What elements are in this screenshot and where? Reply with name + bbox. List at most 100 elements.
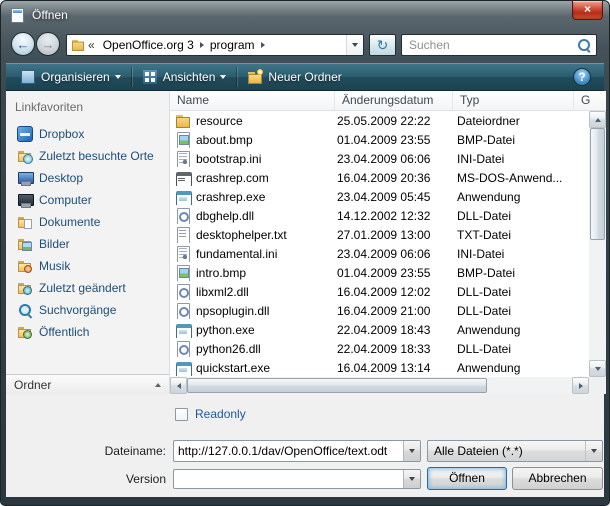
neuer-ordner-button[interactable]: Neuer Ordner xyxy=(239,65,349,89)
new-folder-icon xyxy=(247,69,263,85)
file-date: 01.04.2009 23:55 xyxy=(335,133,453,147)
file-row[interactable]: python26.dll22.04.2009 18:33DLL-Datei xyxy=(170,339,589,358)
filetype-select[interactable]: Alle Dateien (*.*) xyxy=(427,440,603,462)
file-row[interactable]: libxml2.dll16.04.2009 12:02DLL-Datei xyxy=(170,282,589,301)
version-select[interactable] xyxy=(173,469,421,489)
file-date: 16.04.2009 20:36 xyxy=(335,171,453,185)
folders-bar[interactable]: Ordner xyxy=(6,374,169,394)
breadcrumb-item-openoffice[interactable]: OpenOffice.org 3 xyxy=(98,38,199,52)
computer-icon xyxy=(17,192,33,208)
file-row[interactable]: dbghelp.dll14.12.2002 12:32DLL-Datei xyxy=(170,206,589,225)
column-header-type[interactable]: Typ xyxy=(453,91,574,110)
forward-button[interactable]: → xyxy=(36,32,60,56)
sidebar-item-label: Dropbox xyxy=(39,127,84,141)
readonly-label: Readonly xyxy=(195,407,246,421)
filetype-dropdown-button[interactable] xyxy=(585,441,602,461)
file-row[interactable]: fundamental.ini23.04.2009 06:06INI-Datei xyxy=(170,244,589,263)
column-header-name[interactable]: Name xyxy=(170,91,335,110)
breadcrumb[interactable]: « OpenOffice.org 3 program xyxy=(66,34,364,56)
folders-header: Ordner xyxy=(14,378,51,392)
horizontal-scrollbar[interactable] xyxy=(170,377,589,394)
file-row[interactable]: python.exe22.04.2009 18:43Anwendung xyxy=(170,320,589,339)
search-input[interactable] xyxy=(402,38,574,52)
file-name: python26.dll xyxy=(196,342,261,356)
file-date: 23.04.2009 06:06 xyxy=(335,152,453,166)
breadcrumb-item-program[interactable]: program xyxy=(205,38,260,52)
sidebar-item-dropbox[interactable]: Dropbox xyxy=(6,123,169,145)
file-row[interactable]: resource25.05.2009 22:22Dateiordner xyxy=(170,111,589,130)
sidebar-item-dokumente[interactable]: Dokumente xyxy=(6,211,169,233)
views-icon xyxy=(142,69,158,85)
file-type: Anwendung xyxy=(453,190,574,204)
chevron-right-icon xyxy=(261,42,265,48)
file-date: 16.04.2009 21:00 xyxy=(335,304,453,318)
sidebar-item-label: Desktop xyxy=(39,171,83,185)
window-title: Öffnen xyxy=(32,8,68,22)
ansichten-button[interactable]: Ansichten xyxy=(134,65,235,89)
sidebar-item-label: Musik xyxy=(39,259,70,273)
sidebar-item-label: Öffentlich xyxy=(39,325,89,339)
file-row[interactable]: intro.bmp01.04.2009 23:55BMP-Datei xyxy=(170,263,589,282)
version-dropdown-button[interactable] xyxy=(403,470,420,488)
filename-dropdown-button[interactable] xyxy=(403,441,420,461)
folder-icon xyxy=(175,113,191,129)
file-name: crashrep.com xyxy=(196,171,269,185)
file-row[interactable]: npsoplugin.dll16.04.2009 21:00DLL-Datei xyxy=(170,301,589,320)
sidebar-item-bilder[interactable]: Bilder xyxy=(6,233,169,255)
scroll-left-button[interactable] xyxy=(170,377,187,394)
back-button[interactable]: ← xyxy=(11,32,35,56)
scroll-up-button[interactable] xyxy=(589,111,606,128)
file-row[interactable]: crashrep.com16.04.2009 20:36MS-DOS-Anwen… xyxy=(170,168,589,187)
pictures-icon xyxy=(17,236,33,252)
titlebar[interactable]: Öffnen × xyxy=(1,1,609,29)
version-input[interactable] xyxy=(174,472,403,486)
scroll-down-button[interactable] xyxy=(589,360,606,377)
sidebar-item-oeffentlich[interactable]: Öffentlich xyxy=(6,321,169,343)
sidebar-item-desktop[interactable]: Desktop xyxy=(6,167,169,189)
sidebar-item-label: Dokumente xyxy=(39,215,100,229)
organisieren-label: Organisieren xyxy=(41,70,110,84)
search-icon[interactable] xyxy=(574,35,596,55)
file-name: libxml2.dll xyxy=(196,285,249,299)
breadcrumb-overflow-button[interactable]: « xyxy=(86,38,98,52)
sidebar-item-suchvorgaenge[interactable]: Suchvorgänge xyxy=(6,299,169,321)
vertical-scrollbar[interactable] xyxy=(589,111,606,377)
filename-input[interactable] xyxy=(174,444,403,458)
dialog-footer: Readonly Dateiname: Alle Dateien (*.*) V… xyxy=(6,394,604,497)
scroll-right-button[interactable] xyxy=(572,377,589,394)
filename-combobox[interactable] xyxy=(173,440,421,462)
toolbar-separator xyxy=(236,67,237,87)
help-button[interactable]: ? xyxy=(573,68,591,86)
file-row[interactable]: about.bmp01.04.2009 23:55BMP-Datei xyxy=(170,130,589,149)
dll-icon xyxy=(175,303,191,319)
search-box[interactable] xyxy=(401,34,597,56)
sidebar-item-computer[interactable]: Computer xyxy=(6,189,169,211)
organisieren-button[interactable]: Organisieren xyxy=(12,65,129,89)
refresh-button[interactable]: ↻ xyxy=(369,34,396,56)
file-type: TXT-Datei xyxy=(453,228,574,242)
ini-icon xyxy=(175,246,191,262)
sidebar-item-zuletzt-besuchte-orte[interactable]: Zuletzt besuchte Orte xyxy=(6,145,169,167)
horizontal-scroll-thumb[interactable] xyxy=(187,378,487,393)
cancel-button[interactable]: Abbrechen xyxy=(512,467,603,490)
file-row[interactable]: bootstrap.ini23.04.2009 06:06INI-Datei xyxy=(170,149,589,168)
readonly-checkbox[interactable] xyxy=(175,408,188,421)
bmp-icon xyxy=(175,265,191,281)
breadcrumb-dropdown-button[interactable] xyxy=(346,35,363,55)
close-button[interactable]: × xyxy=(572,1,603,20)
file-row[interactable]: crashrep.exe23.04.2009 05:45Anwendung xyxy=(170,187,589,206)
file-row[interactable]: quickstart.exe16.04.2009 13:14Anwendung xyxy=(170,358,589,377)
music-icon xyxy=(17,258,33,274)
txt-icon xyxy=(175,227,191,243)
file-list-rows: resource25.05.2009 22:22Dateiordnerabout… xyxy=(170,111,589,377)
file-type: INI-Datei xyxy=(453,247,574,261)
column-header-size[interactable]: G xyxy=(574,91,606,110)
sidebar-item-zuletzt-geaendert[interactable]: Zuletzt geändert xyxy=(6,277,169,299)
open-button[interactable]: Öffnen xyxy=(427,467,507,490)
file-row[interactable]: desktophelper.txt27.01.2009 13:00TXT-Dat… xyxy=(170,225,589,244)
vertical-scroll-thumb[interactable] xyxy=(590,128,605,240)
column-header-date[interactable]: Änderungsdatum xyxy=(335,91,453,110)
back-arrow-icon: ← xyxy=(17,37,30,52)
sidebar-item-musik[interactable]: Musik xyxy=(6,255,169,277)
file-date: 14.12.2002 12:32 xyxy=(335,209,453,223)
